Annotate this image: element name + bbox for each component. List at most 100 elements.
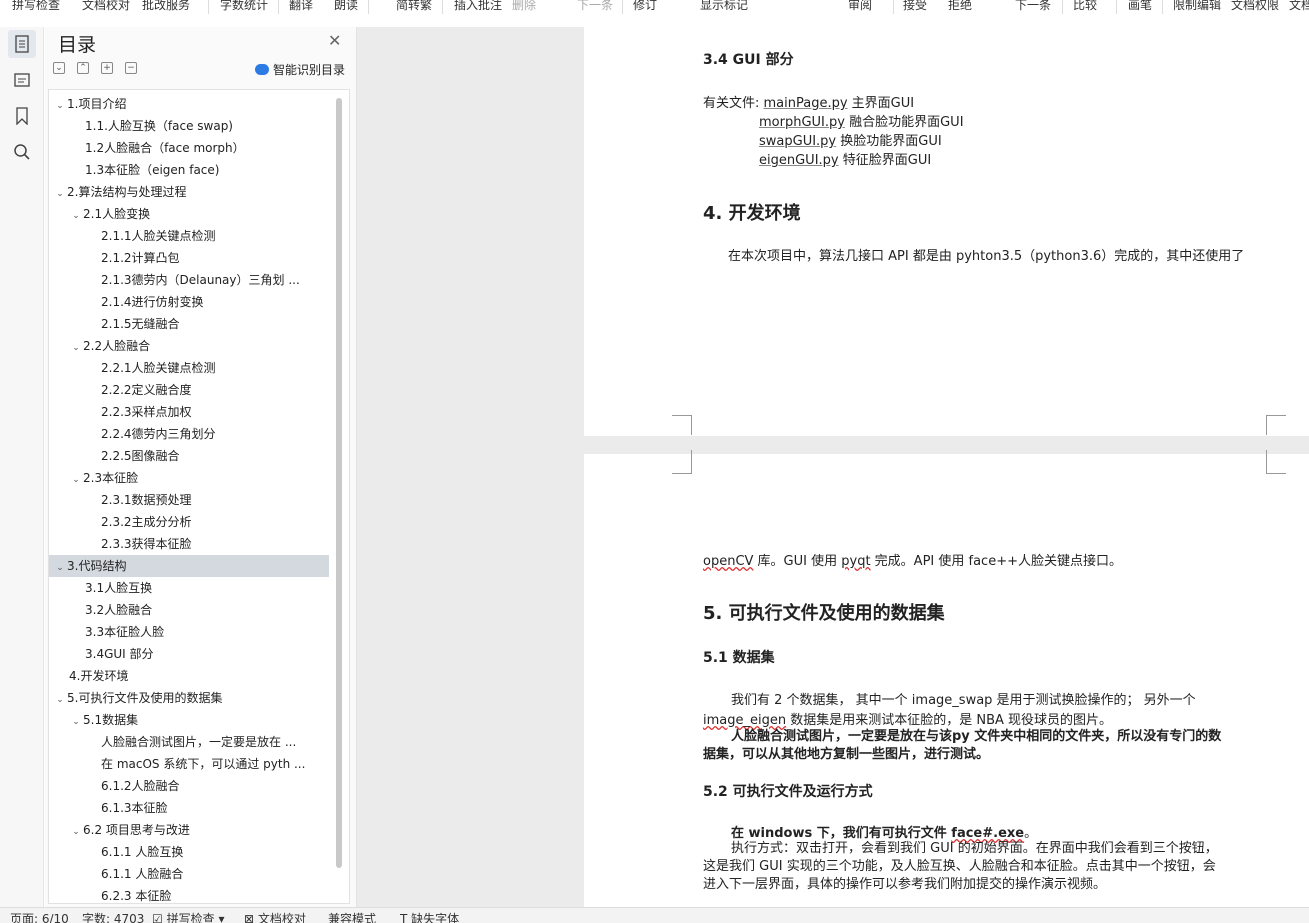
toc-item[interactable]: ⌄ 5.可执行文件及使用的数据集 (49, 687, 329, 709)
proofread-button[interactable]: ⊠ 文档校对 (244, 910, 306, 923)
toc-item[interactable]: 2.2.5图像融合 (49, 445, 329, 467)
toolbar-next-comment[interactable]: 下一条 (577, 0, 613, 13)
toc-item[interactable]: 2.2.3采样点加权 (49, 401, 329, 423)
toc-item[interactable]: ⌄ 2.2人脸融合 (49, 335, 329, 357)
toc-item[interactable]: 6.1.1 人脸互换 (49, 841, 329, 863)
toc-item[interactable]: 2.3.1数据预处理 (49, 489, 329, 511)
toc-item[interactable]: 2.2.4德劳内三角划分 (49, 423, 329, 445)
toolbar-show-markup[interactable]: 显示标记 (700, 0, 748, 13)
toc-item[interactable]: ⌄ 2.1人脸变换 (49, 203, 329, 225)
toc-toggle-button[interactable] (8, 30, 36, 58)
toc-title: 目录 (58, 34, 97, 56)
toc-item[interactable]: 2.2.2定义融合度 (49, 379, 329, 401)
proofread-label: 文档校对 (257, 912, 306, 923)
files-prefix: 有关文件: (703, 96, 764, 111)
toc-item[interactable]: ⌄ 5.1数据集 (49, 709, 329, 731)
toc-item[interactable]: 人脸融合测试图片，一定要是放在 ... (49, 731, 329, 753)
misspelled-word[interactable]: pyqt (841, 554, 870, 569)
chevron-down-icon[interactable]: ⌄ (53, 95, 67, 115)
toc-item[interactable]: 2.3.3获得本征脸 (49, 533, 329, 555)
toc-item[interactable]: 3.1人脸互换 (49, 577, 329, 599)
toolbar-review-service[interactable]: 批改服务 (142, 0, 190, 13)
close-icon[interactable]: ✕ (328, 31, 341, 50)
smart-toc-button[interactable]: 智能识别目录 (255, 61, 345, 78)
toc-item[interactable]: 在 macOS 系统下，可以通过 pyth ... (49, 753, 329, 775)
file-name[interactable]: eigenGUI.py (759, 153, 839, 168)
toc-item[interactable]: 6.2.3 本征脸 (49, 885, 329, 903)
toc-item[interactable]: ⌄ 1.项目介绍 (49, 93, 329, 115)
toolbar-translate[interactable]: 翻译 (289, 0, 313, 13)
toc-item[interactable]: 6.1.1 人脸融合 (49, 863, 329, 885)
document-canvas: 3.4 GUI 部分 有关文件: mainPage.py 主界面GUI morp… (357, 27, 1309, 907)
toolbar-delete[interactable]: 删除 (512, 0, 536, 13)
toolbar-review[interactable]: 审阅 (848, 0, 872, 13)
toc-item[interactable]: 1.3本征脸（eigen face) (49, 159, 329, 181)
toc-item[interactable]: ⌄ 6.2 项目思考与改进 (49, 819, 329, 841)
page-indicator[interactable]: 页面: 6/10 (10, 910, 69, 923)
toolbar-s2t[interactable]: 简转繁 (396, 0, 432, 13)
toc-item[interactable]: 1.2人脸融合（face morph） (49, 137, 329, 159)
toolbar-read-aloud[interactable]: 朗读 (334, 0, 358, 13)
misspelled-word[interactable]: openCV (703, 554, 753, 569)
chevron-down-icon[interactable]: ⌄ (69, 205, 83, 225)
chevron-down-icon[interactable]: ⌄ (69, 469, 83, 489)
spellcheck-toggle[interactable]: ☑ 拼写检查 ▾ (152, 910, 224, 923)
toolbar-doc-more[interactable]: 文档 (1289, 0, 1309, 13)
missing-font-button[interactable]: T 缺失字体 (400, 910, 459, 923)
toolbar-insert-comment[interactable]: 插入批注 (454, 0, 502, 13)
toolbar-next-change[interactable]: 下一条 (1015, 0, 1051, 13)
chevron-down-icon[interactable]: ⌄ (69, 711, 83, 731)
toc-item[interactable]: 2.2.1人脸关键点检测 (49, 357, 329, 379)
toc-item-label: 2.2人脸融合 (83, 339, 151, 353)
toolbar-compare[interactable]: 比较 (1073, 0, 1097, 13)
toc-item[interactable]: ⌄ 3.代码结构 (49, 555, 329, 577)
toc-item[interactable]: 3.3本征脸人脸 (49, 621, 329, 643)
toc-item-label: 1.1.人脸互换（face swap) (85, 119, 233, 133)
toc-item[interactable]: 2.1.4进行仿射变换 (49, 291, 329, 313)
chevron-down-icon[interactable]: ⌄ (53, 689, 67, 709)
toc-item[interactable]: 4.开发环境 (49, 665, 329, 687)
toolbar-doc-permission[interactable]: 文档权限 (1231, 0, 1279, 13)
heading-datasets: 5.1 数据集 (703, 650, 775, 666)
toc-item[interactable]: 2.1.5无缝融合 (49, 313, 329, 335)
toc-item[interactable]: ⌄ 2.3本征脸 (49, 467, 329, 489)
toc-item[interactable]: 2.1.1人脸关键点检测 (49, 225, 329, 247)
expand-all-icon[interactable]: ⌄ (53, 62, 65, 74)
file-name[interactable]: swapGUI.py (759, 134, 836, 149)
collapse-all-icon[interactable]: ⌃ (77, 62, 89, 74)
toc-item[interactable]: 2.1.2计算凸包 (49, 247, 329, 269)
toolbar-wordcount[interactable]: 字数统计 (220, 0, 268, 13)
chevron-down-icon[interactable]: ⌄ (69, 337, 83, 357)
search-button[interactable] (8, 138, 36, 166)
chevron-down-icon[interactable]: ⌄ (53, 183, 67, 203)
toc-item[interactable]: ⌄ 2.算法结构与处理过程 (49, 181, 329, 203)
toc-scrollbar[interactable] (336, 98, 342, 868)
toolbar-reject[interactable]: 拒绝 (948, 0, 972, 13)
toc-item-label: 3.4GUI 部分 (85, 647, 154, 661)
add-heading-icon[interactable]: + (101, 62, 113, 74)
remove-heading-icon[interactable]: − (125, 62, 137, 74)
toolbar-pen[interactable]: 画笔 (1128, 0, 1152, 13)
toc-item-label: 6.2 项目思考与改进 (83, 823, 190, 837)
toolbar-proofread[interactable]: 文档校对 (82, 0, 130, 13)
toc-item[interactable]: 3.4GUI 部分 (49, 643, 329, 665)
toc-item[interactable]: 3.2人脸融合 (49, 599, 329, 621)
file-name[interactable]: mainPage.py (764, 96, 848, 111)
toc-item[interactable]: 6.1.3本征脸 (49, 797, 329, 819)
bookmark-button[interactable] (8, 102, 36, 130)
chevron-down-icon[interactable]: ⌄ (53, 557, 67, 577)
toolbar-track-changes[interactable]: 修订 (633, 0, 657, 13)
toc-item[interactable]: 6.1.2人脸融合 (49, 775, 329, 797)
word-count[interactable]: 字数: 4703 (82, 910, 144, 923)
text-run: 完成。API 使用 face++人脸关键点接口。 (870, 554, 1122, 569)
toc-item[interactable]: 2.3.2主成分分析 (49, 511, 329, 533)
toc-item[interactable]: 2.1.3德劳内（Delaunay）三角划 ... (49, 269, 329, 291)
file-name[interactable]: morphGUI.py (759, 115, 845, 130)
toc-item-label: 2.1.5无缝融合 (101, 317, 180, 331)
nav-pane-button[interactable] (8, 66, 36, 94)
toolbar-restrict-edit[interactable]: 限制编辑 (1173, 0, 1221, 13)
toolbar-spellcheck[interactable]: 拼写检查 (12, 0, 60, 13)
toolbar-accept[interactable]: 接受 (903, 0, 927, 13)
chevron-down-icon[interactable]: ⌄ (69, 821, 83, 841)
toc-item[interactable]: 1.1.人脸互换（face swap) (49, 115, 329, 137)
